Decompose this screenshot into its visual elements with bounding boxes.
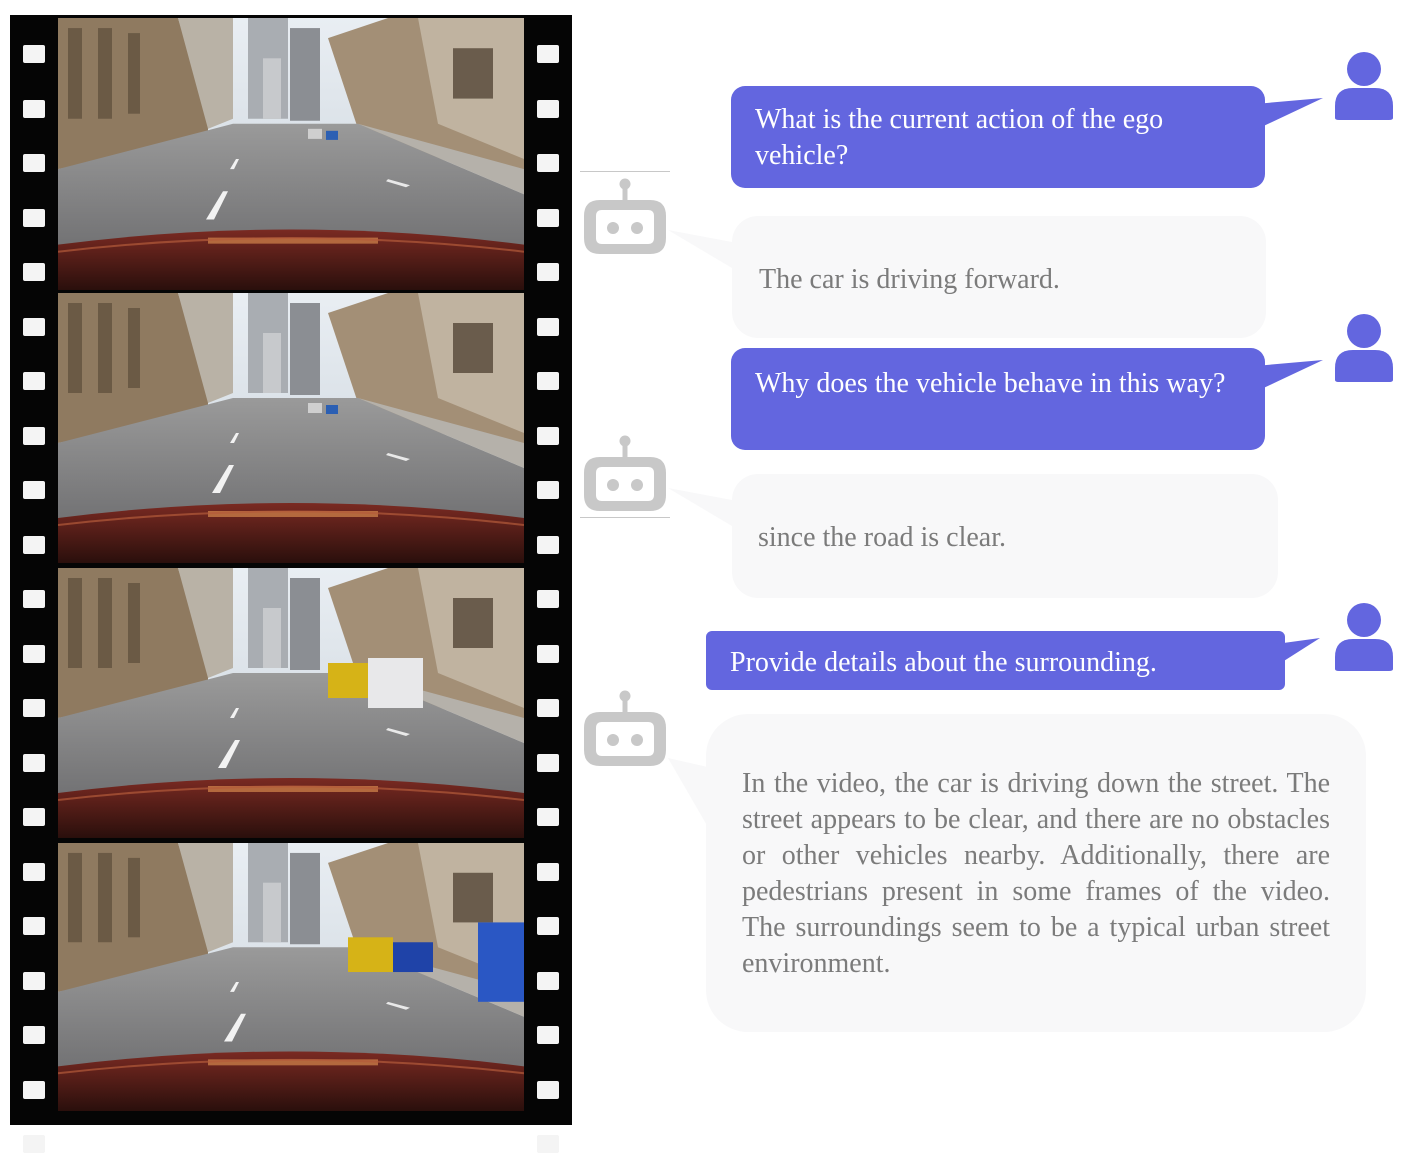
film-perforation xyxy=(23,1026,45,1044)
film-perforation xyxy=(23,808,45,826)
user-icon xyxy=(1335,52,1393,120)
user-icon xyxy=(1335,314,1393,382)
film-perforation xyxy=(23,263,45,281)
film-perforation xyxy=(537,99,559,118)
film-perforation xyxy=(23,426,45,445)
answer-text-2: since the road is clear. xyxy=(758,522,1007,553)
film-perforation xyxy=(23,862,45,881)
film-perforation xyxy=(23,644,45,663)
film-perforation xyxy=(537,644,559,663)
film-perforation xyxy=(23,917,45,935)
film-perforation xyxy=(537,1135,559,1153)
film-perforation xyxy=(23,372,45,390)
film-perforation xyxy=(537,317,559,336)
answer-tail-1 xyxy=(668,230,732,268)
answer-bubble-3: In the video, the car is driving down th… xyxy=(706,714,1366,1032)
film-perforation xyxy=(537,971,559,990)
dashcam-frame-1 xyxy=(58,18,524,290)
film-perforation xyxy=(537,862,559,881)
film-perforation xyxy=(23,535,45,554)
film-perforation xyxy=(537,372,559,390)
question-tail-1 xyxy=(1255,98,1323,130)
answer-tail-2 xyxy=(668,488,732,526)
film-perforation xyxy=(537,1080,559,1099)
film-perforation xyxy=(537,808,559,826)
robot-icon xyxy=(584,435,666,511)
divider-middle xyxy=(580,517,670,518)
film-perforation xyxy=(23,317,45,336)
film-perforation xyxy=(23,1135,45,1153)
answer-bubble-2: since the road is clear. xyxy=(732,474,1278,598)
film-perforation xyxy=(23,753,45,772)
film-perforation xyxy=(23,208,45,227)
robot-icon xyxy=(584,178,666,254)
user-icon xyxy=(1335,603,1393,671)
dashcam-frame-4 xyxy=(58,843,524,1111)
question-bubble-1: What is the current action of the ego ve… xyxy=(731,86,1265,188)
film-perforation xyxy=(23,699,45,717)
dashcam-frame-3 xyxy=(58,568,524,838)
film-perforation xyxy=(537,481,559,499)
answer-text-3: In the video, the car is driving down th… xyxy=(742,768,1330,979)
film-perforation xyxy=(537,208,559,227)
question-text-1: What is the current action of the ego ve… xyxy=(755,104,1164,171)
film-strip xyxy=(10,15,572,1153)
film-perforation xyxy=(537,590,559,608)
film-perforation xyxy=(23,45,45,63)
film-perforation xyxy=(23,971,45,990)
film-perforation xyxy=(23,99,45,118)
film-perforation xyxy=(23,154,45,172)
dashcam-frame-2 xyxy=(58,293,524,563)
film-perforation xyxy=(537,154,559,172)
film-perforation xyxy=(537,753,559,772)
answer-text-1: The car is driving forward. xyxy=(759,264,1060,295)
question-tail-2 xyxy=(1255,360,1323,392)
film-perforation xyxy=(537,535,559,554)
film-perforation xyxy=(23,1080,45,1099)
film-perforation xyxy=(23,590,45,608)
film-perforation xyxy=(537,1026,559,1044)
robot-icon xyxy=(584,690,666,766)
film-perforation xyxy=(537,426,559,445)
divider-top xyxy=(580,171,670,172)
answer-bubble-1: The car is driving forward. xyxy=(732,216,1266,338)
question-text-2: Why does the vehicle behave in this way? xyxy=(755,368,1226,399)
question-bubble-2: Why does the vehicle behave in this way? xyxy=(731,348,1265,450)
film-perforation xyxy=(537,45,559,63)
film-perforation xyxy=(23,481,45,499)
question-text-3: Provide details about the surrounding. xyxy=(730,647,1157,678)
question-bubble-3: Provide details about the surrounding. xyxy=(706,631,1285,690)
film-perforation xyxy=(537,263,559,281)
film-perforation xyxy=(537,699,559,717)
film-perforation xyxy=(537,917,559,935)
